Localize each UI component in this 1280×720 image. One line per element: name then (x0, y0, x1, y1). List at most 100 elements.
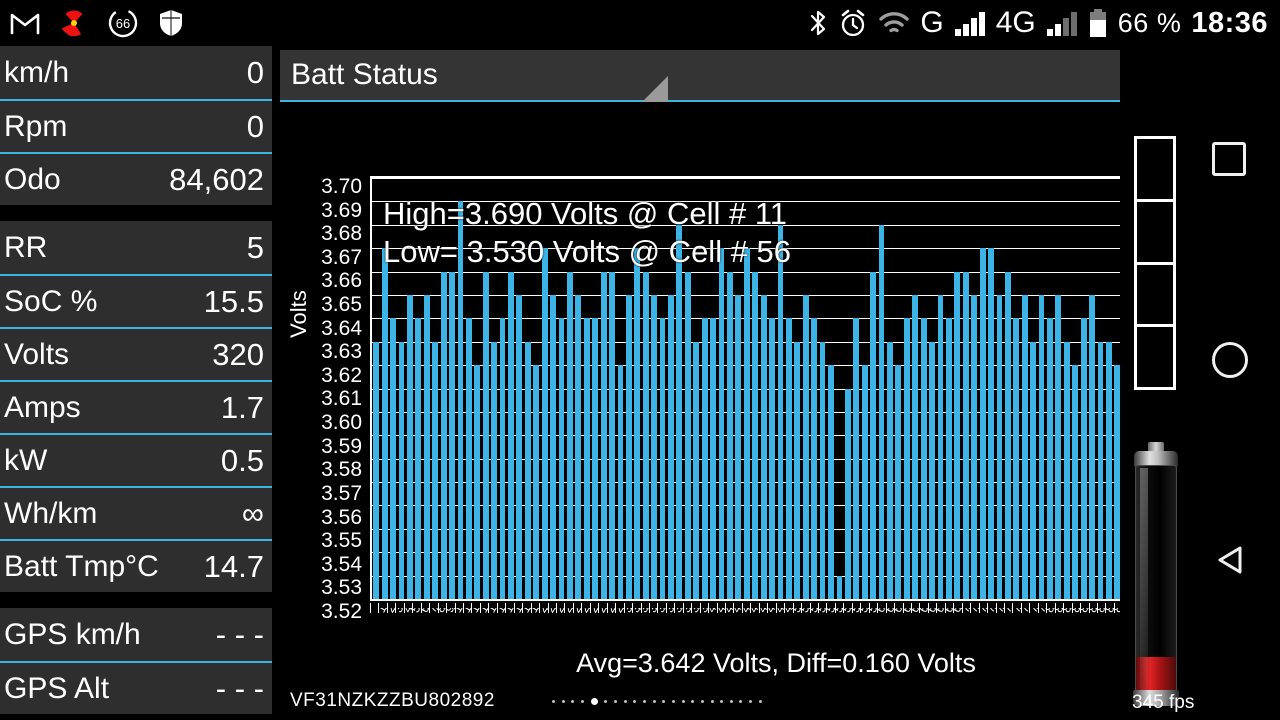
metric-label: Rpm (4, 109, 68, 143)
page-dot[interactable] (700, 699, 704, 703)
chart-bar (659, 318, 666, 599)
chart-bar (878, 224, 885, 599)
chart-bar (828, 365, 834, 599)
signal-bars-2-icon (1046, 10, 1078, 36)
metric-label: km/h (4, 55, 70, 89)
page-dot[interactable] (720, 699, 724, 703)
page-dot[interactable] (691, 699, 695, 703)
metric-row[interactable]: GPS km/h - - - (0, 608, 272, 661)
chart-bar (895, 365, 902, 599)
chart-bar (996, 294, 1003, 599)
metric-row[interactable]: km/h 0 (0, 46, 272, 99)
metric-row[interactable]: Odo 84,602 (0, 152, 272, 205)
metric-label: Batt Tmp°C (4, 549, 159, 583)
page-dot[interactable] (613, 699, 617, 703)
cell-voltage-chart: Volts 3.70 3.69 3.68 3.67 3.66 3.65 3.64 3.63 3.… (280, 108, 1190, 678)
sidebar-group: RR 5 SoC % 15.5 Volts 320 Amps 1.7 kW 0.5 Wh/km ∞ Ba… (0, 221, 272, 592)
chart-bar (735, 294, 742, 599)
page-dot[interactable] (749, 699, 753, 703)
metric-value: 320 (212, 336, 264, 372)
alarm-icon (838, 8, 868, 38)
page-dot[interactable] (642, 699, 646, 703)
chart-bar (988, 248, 994, 599)
chart-summary-label: Avg=3.642 Volts, Diff=0.160 Volts (576, 648, 976, 678)
metric-row[interactable]: Wh/km ∞ (0, 486, 272, 539)
page-dot[interactable] (571, 699, 575, 703)
metric-row[interactable]: Rpm 0 (0, 99, 272, 152)
metric-label: kW (4, 443, 48, 477)
sidebar-group: GPS km/h - - - GPS Alt - - - (0, 608, 272, 714)
recents-button[interactable] (1212, 142, 1246, 176)
chart-bar (406, 294, 413, 599)
chart-bar (1106, 341, 1112, 599)
chart-bar (920, 318, 927, 599)
page-dot[interactable] (580, 699, 584, 703)
network-type-g: G (920, 6, 944, 39)
metric-row[interactable]: Volts 320 (0, 327, 272, 380)
metric-value: - - - (215, 616, 264, 652)
metric-label: RR (4, 230, 48, 264)
chart-bar (811, 318, 818, 599)
chart-bar (482, 271, 489, 599)
page-dot[interactable] (681, 699, 685, 703)
gauge-segment (1137, 198, 1173, 262)
gauge-segment (1137, 261, 1173, 325)
chart-bar (1072, 365, 1079, 599)
chart-bar (743, 248, 750, 599)
chart-x-axis-labels: 1234567891011121314151617181920212223242… (370, 608, 1182, 648)
chart-bar (1063, 341, 1070, 599)
page-dot[interactable] (604, 699, 608, 703)
chart-bar (381, 248, 388, 599)
resize-handle-icon[interactable] (642, 76, 668, 102)
chart-bar (575, 294, 582, 599)
gauge-segment (1137, 324, 1173, 387)
metric-row[interactable]: SoC % 15.5 (0, 274, 272, 327)
metric-row[interactable]: RR 5 (0, 221, 272, 274)
metric-label: Volts (4, 337, 70, 371)
fps-label: 345 fps (1132, 692, 1195, 713)
home-button[interactable] (1212, 342, 1248, 378)
metric-label: GPS km/h (4, 617, 141, 651)
page-dot[interactable] (633, 699, 637, 703)
page-dot[interactable] (758, 699, 762, 703)
chart-bar (693, 341, 700, 599)
page-indicator-dots[interactable] (552, 696, 762, 706)
metric-value: ∞ (241, 495, 264, 531)
page-dot[interactable] (671, 699, 675, 703)
metric-label: Amps (4, 390, 81, 424)
metric-row[interactable]: Amps 1.7 (0, 380, 272, 433)
status-bar: 66 G 4G 66 % 18:36 (0, 0, 1280, 46)
chart-bar (929, 341, 935, 599)
page-dot[interactable] (552, 699, 555, 703)
page-dot[interactable] (739, 699, 743, 703)
panel-header[interactable]: Batt Status (280, 50, 1190, 102)
chart-bar (508, 271, 514, 599)
page-dot[interactable] (623, 699, 627, 703)
chart-bar (802, 294, 809, 599)
metric-row[interactable]: kW 0.5 (0, 433, 272, 486)
annotation-high: High=3.690 Volts @ Cell # 11 (383, 196, 787, 231)
chart-bar (642, 271, 649, 599)
gmail-icon (10, 11, 40, 35)
page-dot[interactable] (652, 699, 656, 703)
chart-bar (415, 318, 422, 599)
chart-bar (954, 271, 961, 599)
chart-bar (398, 341, 405, 599)
chart-bar (727, 271, 733, 599)
shield-icon (158, 9, 184, 37)
page-dot[interactable] (662, 699, 666, 703)
page-dot[interactable] (561, 699, 565, 703)
page-dot[interactable] (729, 699, 733, 703)
chart-bar (541, 248, 548, 599)
metric-label: Odo (4, 162, 61, 196)
metric-row[interactable]: GPS Alt - - - (0, 661, 272, 714)
page-dot-active[interactable] (590, 697, 598, 705)
chart-bar (836, 575, 843, 599)
chart-bar (617, 365, 624, 599)
chart-bar (1021, 294, 1028, 599)
page-dot[interactable] (710, 699, 714, 703)
chart-bar (609, 271, 615, 599)
metric-label: SoC % (4, 284, 98, 318)
chart-bar (912, 294, 919, 599)
metric-row[interactable]: Batt Tmp°C 14.7 (0, 539, 272, 592)
